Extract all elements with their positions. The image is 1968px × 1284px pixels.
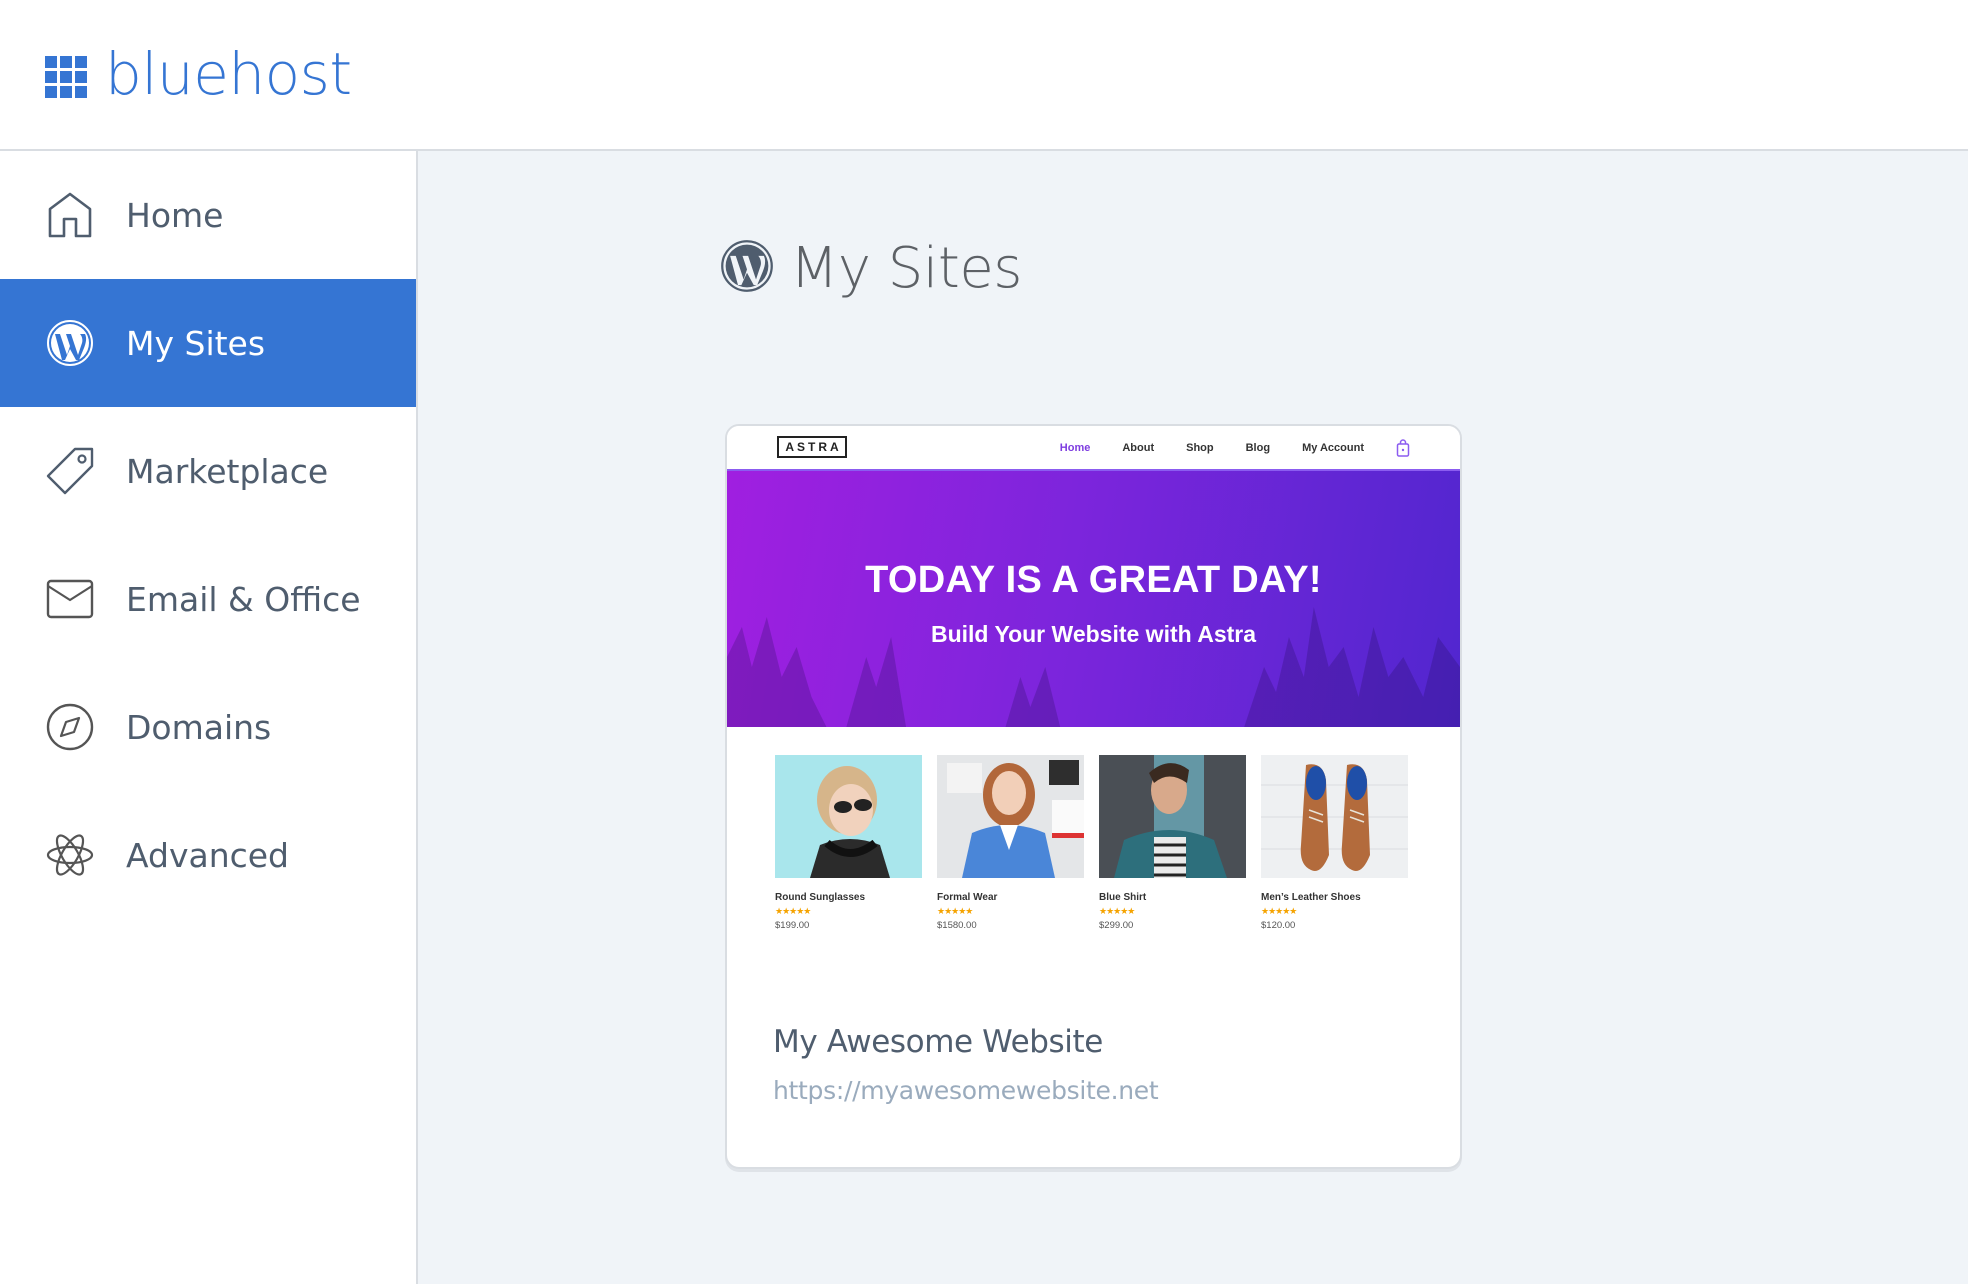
star-rating: ★★★★★ <box>1261 906 1297 916</box>
sidebar-item-label: Marketplace <box>126 451 329 491</box>
product-image-sunglasses <box>775 755 922 878</box>
preview-menu-item: Blog <box>1245 442 1271 454</box>
site-name[interactable]: My Awesome Website <box>773 1024 1103 1060</box>
product-price: $1580.00 <box>937 920 977 931</box>
site-preview[interactable]: ASTRA Home About Shop Blog My Account TO… <box>727 426 1460 986</box>
product-card: Formal Wear ★★★★★ $1580.00 <box>937 755 1084 931</box>
preview-logo: ASTRA <box>777 436 847 458</box>
product-image-blue-shirt <box>1099 755 1246 878</box>
page-header: My Sites <box>720 236 1022 301</box>
product-name: Round Sunglasses <box>775 892 866 903</box>
bluehost-logo[interactable]: bluehost <box>45 40 352 108</box>
site-card[interactable]: ASTRA Home About Shop Blog My Account TO… <box>725 424 1462 1169</box>
wordpress-icon <box>720 239 774 298</box>
product-image-formal-wear <box>937 755 1084 878</box>
atom-icon <box>45 830 95 880</box>
sidebar-item-label: Home <box>126 195 224 235</box>
brand-name: bluehost <box>105 40 352 108</box>
forest-silhouette <box>727 607 1460 727</box>
product-card: Blue Shirt ★★★★★ $299.00 <box>1099 755 1246 931</box>
preview-hero-title: TODAY IS A GREAT DAY! <box>865 559 1322 601</box>
preview-menu-item: Home <box>1059 442 1091 454</box>
site-url-link[interactable]: https://myawesomewebsite.net <box>773 1076 1159 1105</box>
sidebar-item-label: My Sites <box>126 323 266 363</box>
sidebar-item-label: Domains <box>126 707 272 747</box>
star-rating: ★★★★★ <box>1099 906 1135 916</box>
product-price: $199.00 <box>775 920 810 931</box>
envelope-icon <box>45 574 95 624</box>
tag-icon <box>45 446 95 496</box>
preview-menu-item: My Account <box>1302 442 1364 454</box>
product-name: Men’s Leather Shoes <box>1261 892 1361 903</box>
top-header: bluehost <box>0 0 1968 151</box>
sidebar-item-my-sites[interactable]: My Sites <box>0 279 416 407</box>
product-price: $120.00 <box>1261 920 1296 931</box>
sidebar: Home My Sites Marketplace Email & Office… <box>0 151 418 1284</box>
product-image-leather-shoes <box>1261 755 1408 878</box>
product-card: Round Sunglasses ★★★★★ $199.00 <box>775 755 922 931</box>
sidebar-item-email-office[interactable]: Email & Office <box>0 535 416 663</box>
product-price: $299.00 <box>1099 920 1134 931</box>
preview-menu-item: About <box>1122 442 1155 454</box>
product-name: Blue Shirt <box>1099 892 1147 903</box>
product-name: Formal Wear <box>937 892 998 903</box>
house-icon <box>45 190 95 240</box>
compass-icon <box>45 702 95 752</box>
preview-hero-subtitle: Build Your Website with Astra <box>930 621 1257 647</box>
preview-products: Round Sunglasses ★★★★★ $199.00 Formal We… <box>775 755 1423 931</box>
grid-icon <box>45 56 87 98</box>
wordpress-icon <box>45 318 95 368</box>
shopping-bag-icon <box>1396 439 1410 457</box>
sidebar-item-advanced[interactable]: Advanced <box>0 791 416 919</box>
sidebar-item-domains[interactable]: Domains <box>0 663 416 791</box>
star-rating: ★★★★★ <box>775 906 811 916</box>
product-card: Men’s Leather Shoes ★★★★★ $120.00 <box>1261 755 1408 931</box>
sidebar-item-label: Email & Office <box>126 579 361 619</box>
preview-menu-item: Shop <box>1186 442 1214 454</box>
star-rating: ★★★★★ <box>937 906 973 916</box>
main-content: My Sites ASTRA Home About Shop Blog My A… <box>418 151 1968 1284</box>
sidebar-item-home[interactable]: Home <box>0 151 416 279</box>
preview-nav: ASTRA Home About Shop Blog My Account <box>727 426 1460 469</box>
sidebar-item-marketplace[interactable]: Marketplace <box>0 407 416 535</box>
page-title: My Sites <box>790 236 1022 301</box>
preview-hero: TODAY IS A GREAT DAY! Build Your Website… <box>727 469 1460 727</box>
sidebar-item-label: Advanced <box>126 835 290 875</box>
preview-menu: Home About Shop Blog My Account <box>1028 439 1410 457</box>
